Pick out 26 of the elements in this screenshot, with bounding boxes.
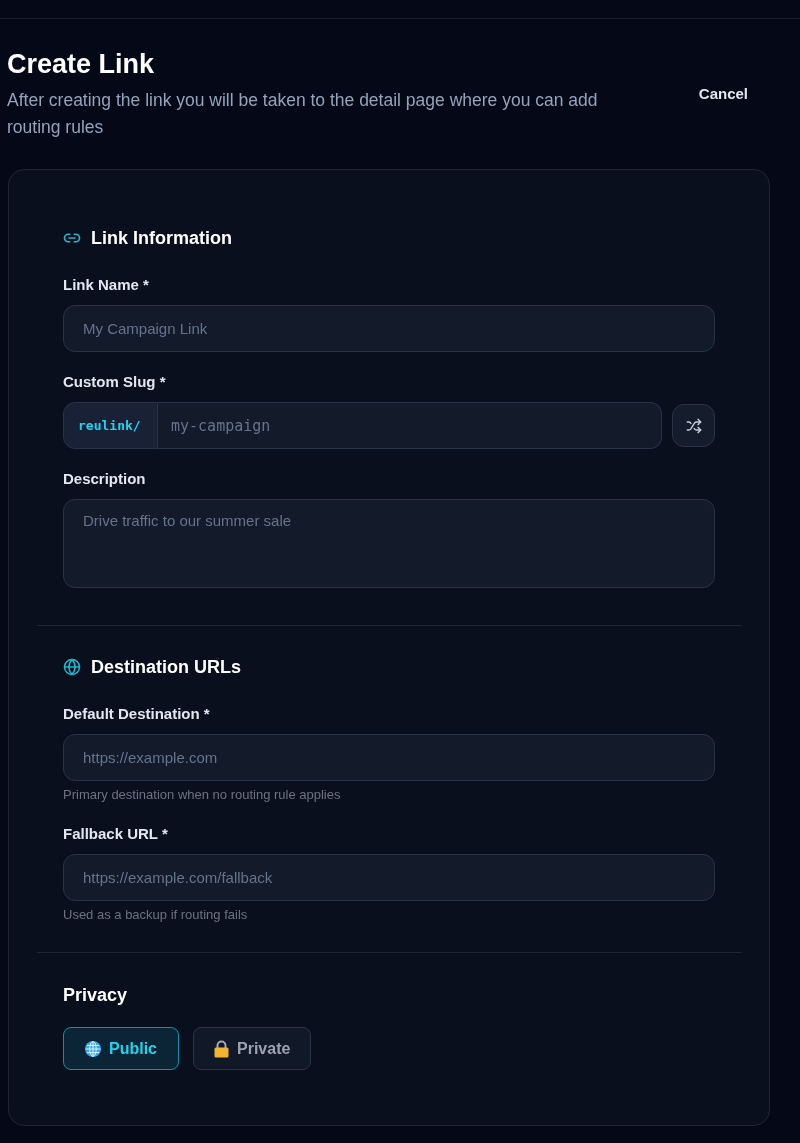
section-title: Destination URLs — [91, 656, 241, 679]
input-field[interactable]: https://example.com/fallback — [63, 854, 715, 901]
privacy-option[interactable]: Public — [63, 1027, 179, 1070]
slug-input-field[interactable]: my-campaign — [158, 402, 662, 449]
slug-prefix: reulink/ — [63, 402, 158, 449]
globe-icon — [63, 658, 81, 676]
privacy-option[interactable]: Private — [193, 1027, 312, 1070]
textarea-field[interactable]: Drive traffic to our summer sale — [63, 499, 715, 588]
field-label: Description — [63, 469, 147, 489]
field-label: Fallback URL * — [63, 824, 169, 844]
input-field[interactable]: https://example.com — [63, 734, 715, 781]
field-label: Default Destination * — [63, 704, 211, 724]
padlock-icon — [214, 1039, 229, 1058]
field-label: Link Name * — [63, 275, 150, 295]
globe-icon — [85, 1040, 101, 1057]
help-text: Primary destination when no routing rule applies — [63, 786, 342, 804]
cancel-button[interactable]: Cancel — [698, 76, 748, 112]
page-title: Create Link — [7, 48, 156, 80]
section-title: Link Information — [91, 227, 232, 250]
help-text: Used as a backup if routing fails — [63, 906, 249, 924]
section-title: Privacy — [63, 984, 129, 1007]
field-label: Custom Slug * — [63, 372, 167, 392]
input-field[interactable]: My Campaign Link — [63, 305, 715, 352]
shuffle-icon — [685, 417, 702, 434]
shuffle-button[interactable] — [672, 404, 715, 447]
page-subtitle: After creating the link you will be taken to the detail page where you can add routing rules — [7, 89, 599, 139]
